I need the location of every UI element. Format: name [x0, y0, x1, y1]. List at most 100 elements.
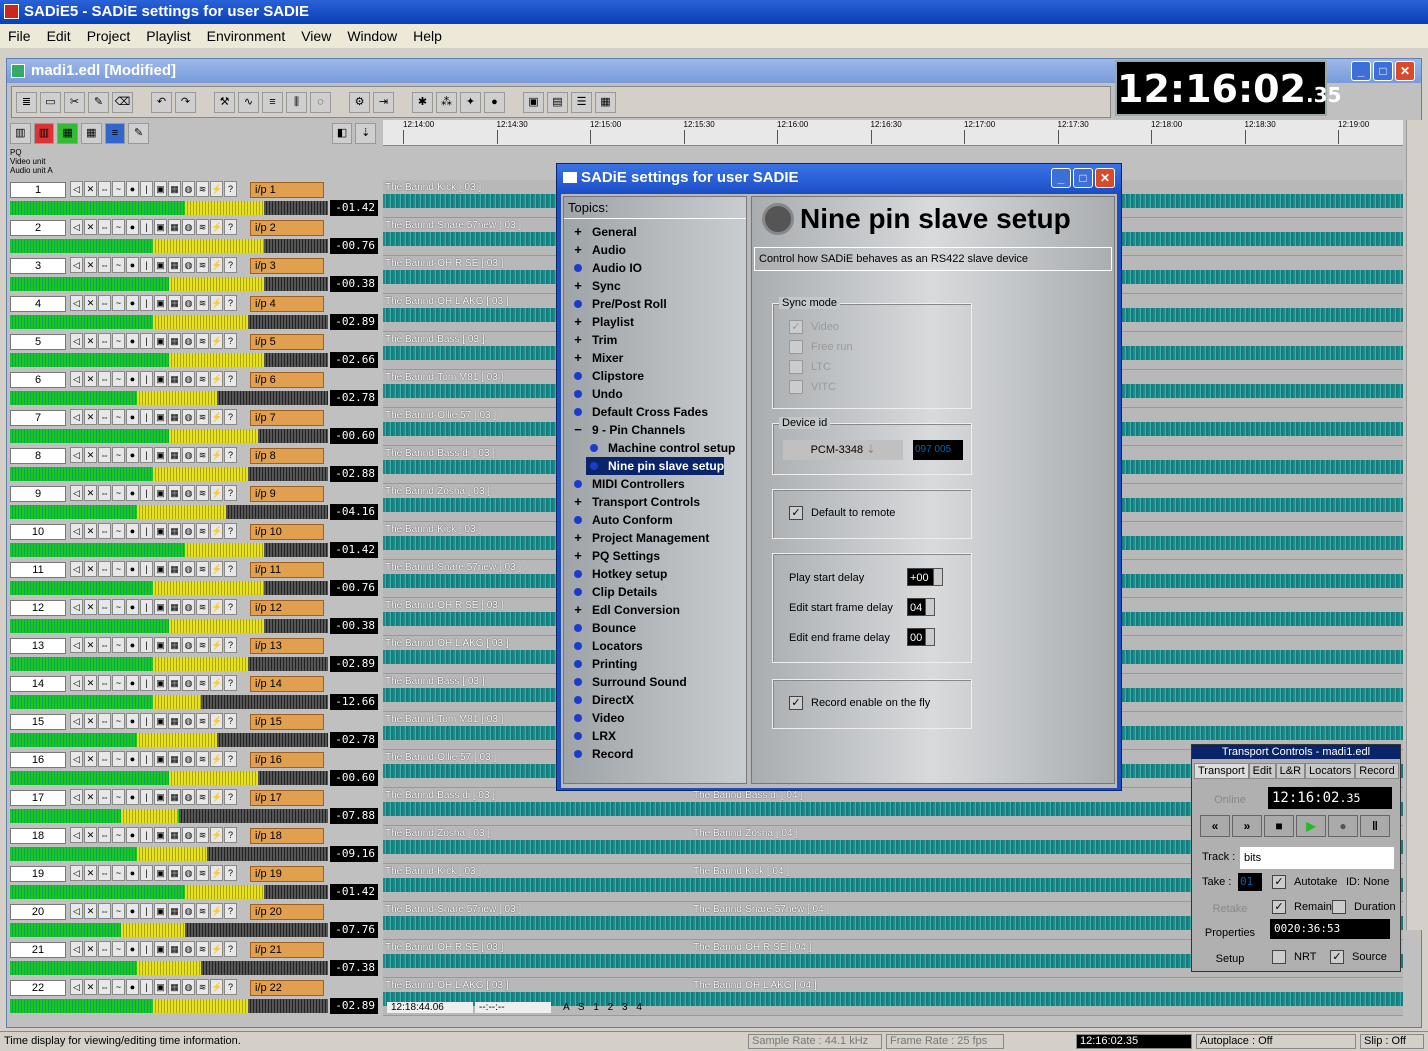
topic-item[interactable]: + Mixer: [570, 349, 623, 367]
route-icon[interactable]: ⚡: [210, 409, 223, 425]
clip-name[interactable]: The Bannd-Tom M81 [ 03 ]: [385, 372, 503, 383]
transport-time-display[interactable]: 12:16:02.35: [1268, 787, 1392, 809]
mute-icon[interactable]: ✕: [84, 751, 97, 767]
menu-view[interactable]: View: [293, 24, 339, 48]
mute-icon[interactable]: ✕: [84, 295, 97, 311]
track-number[interactable]: 3: [10, 258, 66, 274]
topic-item[interactable]: Locators: [570, 637, 643, 655]
topic-item[interactable]: + Sync: [570, 277, 620, 295]
dynamics-icon[interactable]: ≋: [196, 371, 209, 387]
aux-icon[interactable]: ●: [126, 371, 139, 387]
color-icon[interactable]: ▦: [168, 865, 181, 881]
eq-icon[interactable]: ~: [112, 447, 125, 463]
pan-icon[interactable]: |: [140, 675, 153, 691]
track-input-select[interactable]: i/p 7: [250, 410, 324, 426]
nrt-checkbox[interactable]: NRT: [1272, 950, 1316, 964]
speaker-icon[interactable]: ◁: [70, 447, 83, 463]
color-icon[interactable]: ▦: [168, 713, 181, 729]
insert-icon[interactable]: ?: [224, 523, 237, 539]
menu-file[interactable]: File: [0, 24, 39, 48]
dynamics-icon[interactable]: ≋: [196, 485, 209, 501]
expand-icon[interactable]: +: [572, 279, 584, 292]
speaker-icon[interactable]: ◁: [70, 561, 83, 577]
lock-icon[interactable]: ▣: [154, 333, 167, 349]
color-icon[interactable]: ▦: [168, 941, 181, 957]
aux-icon[interactable]: ●: [126, 219, 139, 235]
globe-icon[interactable]: ◍: [182, 979, 195, 995]
eq-icon[interactable]: ~: [112, 409, 125, 425]
dialog-close-button[interactable]: ✕: [1095, 168, 1115, 188]
grid-icon[interactable]: ▦: [80, 122, 102, 144]
route-icon[interactable]: ⚡: [210, 865, 223, 881]
expand-icon[interactable]: +: [572, 243, 584, 256]
clip-name-2[interactable]: The Bannd-Snare 57new [ 04 ]: [693, 904, 829, 915]
globe-icon[interactable]: ◍: [182, 751, 195, 767]
solo-icon[interactable]: ⇔: [98, 523, 111, 539]
status-time-field[interactable]: 12:16:02.35: [1076, 1034, 1192, 1049]
track-number[interactable]: 1: [10, 182, 66, 198]
route-icon[interactable]: ⚡: [210, 789, 223, 805]
route-icon[interactable]: ⚡: [210, 333, 223, 349]
speaker-icon[interactable]: ◁: [70, 409, 83, 425]
rewind-button[interactable]: «: [1200, 815, 1230, 837]
track-input-select[interactable]: i/p 14: [250, 676, 324, 692]
lock-icon[interactable]: ▣: [154, 181, 167, 197]
color-icon[interactable]: ▦: [168, 561, 181, 577]
topic-item[interactable]: Bounce: [570, 619, 636, 637]
lock-icon[interactable]: ▣: [154, 637, 167, 653]
track-input-select[interactable]: i/p 15: [250, 714, 324, 730]
pencil-icon[interactable]: ✎: [88, 91, 109, 113]
vertical-scrollbar[interactable]: [1406, 120, 1426, 930]
insert-icon[interactable]: ?: [224, 447, 237, 463]
color-icon[interactable]: ▦: [168, 181, 181, 197]
pan-icon[interactable]: |: [140, 903, 153, 919]
globe-icon[interactable]: ◍: [182, 219, 195, 235]
vitc-checkbox[interactable]: VITC: [789, 380, 836, 394]
track-number[interactable]: 9: [10, 486, 66, 502]
track-input-select[interactable]: i/p 11: [250, 562, 324, 578]
lock-icon[interactable]: ▣: [154, 485, 167, 501]
route-icon[interactable]: ⚡: [210, 675, 223, 691]
eq-icon[interactable]: ~: [112, 713, 125, 729]
speaker-icon[interactable]: ◁: [70, 789, 83, 805]
undo-icon[interactable]: ↶: [151, 91, 172, 113]
tab-transport[interactable]: Transport: [1194, 763, 1249, 779]
topic-item[interactable]: Clip Details: [570, 583, 657, 601]
tool-icon[interactable]: ✦: [460, 91, 481, 113]
insert-icon[interactable]: ?: [224, 295, 237, 311]
clip-name[interactable]: The Bannd-OH L AKG [ 03 ]: [385, 638, 509, 649]
track-input-select[interactable]: i/p 21: [250, 942, 324, 958]
pan-icon[interactable]: |: [140, 257, 153, 273]
dynamics-icon[interactable]: ≋: [196, 447, 209, 463]
aux-icon[interactable]: ●: [126, 181, 139, 197]
color-icon[interactable]: ▦: [168, 751, 181, 767]
tab-edit[interactable]: Edit: [1248, 763, 1276, 779]
topic-item[interactable]: + Playlist: [570, 313, 634, 331]
topic-item[interactable]: DirectX: [570, 691, 634, 709]
topic-item[interactable]: Surround Sound: [570, 673, 687, 691]
solo-icon[interactable]: ⇔: [98, 409, 111, 425]
solo-icon[interactable]: ⇔: [98, 257, 111, 273]
pan-icon[interactable]: |: [140, 409, 153, 425]
solo-icon[interactable]: ⇔: [98, 865, 111, 881]
color-icon[interactable]: ▦: [168, 485, 181, 501]
dynamics-icon[interactable]: ≋: [196, 979, 209, 995]
lock-icon[interactable]: ▣: [154, 713, 167, 729]
globe-icon[interactable]: ◍: [182, 789, 195, 805]
mute-icon[interactable]: ✕: [84, 333, 97, 349]
aux-icon[interactable]: ●: [126, 751, 139, 767]
mute-icon[interactable]: ✕: [84, 599, 97, 615]
track-input-select[interactable]: i/p 6: [250, 372, 324, 388]
topic-item[interactable]: Pre/Post Roll: [570, 295, 667, 313]
tab-lr[interactable]: L&R: [1275, 763, 1306, 779]
color-icon[interactable]: ▦: [168, 979, 181, 995]
dynamics-icon[interactable]: ≋: [196, 675, 209, 691]
insert-icon[interactable]: ?: [224, 675, 237, 691]
solo-icon[interactable]: ⇔: [98, 561, 111, 577]
topic-item[interactable]: Default Cross Fades: [570, 403, 708, 421]
clip-name-2[interactable]: The Bannd-Kick [ 04 ]: [693, 866, 789, 877]
insert-icon[interactable]: ?: [224, 561, 237, 577]
speaker-icon[interactable]: ◁: [70, 713, 83, 729]
topic-item[interactable]: + General: [570, 223, 637, 241]
disk-icon[interactable]: ▤: [547, 91, 568, 113]
